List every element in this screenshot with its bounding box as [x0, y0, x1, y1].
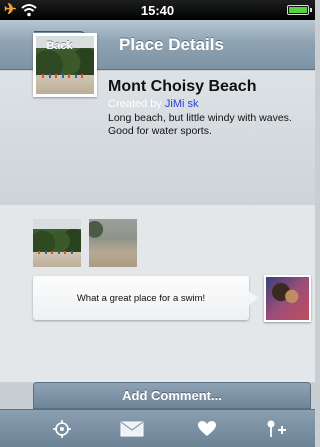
creator-link[interactable]: JiMi sk — [165, 98, 199, 110]
status-bar: ✈ 15:40 — [0, 0, 315, 20]
created-by: Created by JiMi sk — [108, 98, 198, 110]
heart-icon — [198, 421, 216, 436]
status-time: 15:40 — [140, 3, 175, 18]
battery-icon — [287, 5, 312, 15]
tab-bar — [0, 409, 315, 447]
grey-beach-image — [89, 219, 137, 267]
tab-mail[interactable] — [102, 410, 162, 447]
gallery-photo-1[interactable] — [33, 219, 81, 267]
mail-icon — [120, 421, 144, 437]
comment-bubble: What a great place for a swim! — [33, 276, 258, 320]
back-button-label: Back — [46, 39, 73, 52]
gallery-photo-2[interactable] — [89, 219, 137, 267]
locate-icon — [53, 420, 71, 438]
add-comment-button[interactable]: Add Comment... — [33, 382, 311, 409]
tab-add-pin[interactable] — [247, 410, 307, 447]
comment-text: What a great place for a swim! — [76, 292, 206, 304]
place-description: Long beach, but little windy with waves.… — [108, 112, 292, 137]
beach-image — [33, 219, 81, 267]
created-by-prefix: Created by — [108, 98, 165, 110]
tab-favorite[interactable] — [177, 410, 237, 447]
add-comment-label: Add Comment... — [122, 388, 222, 403]
tab-locate[interactable] — [32, 410, 92, 447]
avatar[interactable] — [264, 275, 311, 322]
add-pin-icon — [267, 420, 286, 437]
place-name: Mont Choisy Beach — [108, 78, 257, 95]
